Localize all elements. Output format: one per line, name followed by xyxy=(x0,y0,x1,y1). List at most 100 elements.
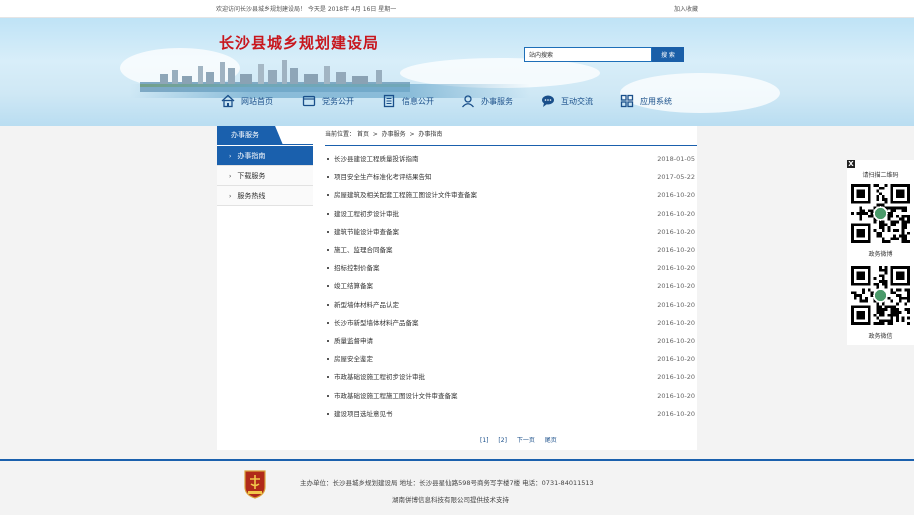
next-page-link[interactable]: 下一页 xyxy=(517,437,535,444)
list-item-date: 2016-10-20 xyxy=(657,246,695,254)
list-item[interactable]: 长沙县建设工程质量投诉指南 2018-01-05 xyxy=(325,150,697,168)
weibo-caption: 政务微博 xyxy=(868,251,893,258)
list-item-date: 2016-10-20 xyxy=(657,373,695,382)
list-item-title[interactable]: 质量监督申请 xyxy=(334,332,373,350)
list-item[interactable]: 市政基础设施工程初步设计审批 2016-10-20 xyxy=(325,368,697,386)
bullet-icon xyxy=(327,249,329,251)
wechat-caption: 政务微信 xyxy=(868,333,893,340)
list-item-date: 2016-10-20 xyxy=(657,264,695,273)
welcome-text: 欢迎访问长沙县城乡规划建设局！ 今天是 2018年 4月 16日 星期一 xyxy=(216,6,397,13)
chevron-right-icon: › xyxy=(229,193,232,200)
list-item-title[interactable]: 建设项目选址意见书 xyxy=(334,405,393,423)
nav-item-party[interactable]: 党务公开 xyxy=(302,88,354,114)
list-item-title[interactable]: 房屋安全鉴定 xyxy=(334,350,373,368)
chevron-right-icon: › xyxy=(229,153,232,160)
list-item[interactable]: 招标控制价备案 2016-10-20 xyxy=(325,259,697,277)
emblem-logo xyxy=(244,470,266,499)
bullet-icon xyxy=(327,285,329,288)
document-icon xyxy=(383,94,395,108)
main-nav: 网站首页 党务公开 信息公开 办事服务 互动交流 应用系统 xyxy=(216,88,700,114)
search-button[interactable]: 搜 索 xyxy=(652,47,684,62)
user-icon xyxy=(462,95,474,108)
last-page-link[interactable]: 尾页 xyxy=(545,437,557,444)
list-item[interactable]: 建设项目选址意见书 2016-10-20 xyxy=(325,405,697,423)
nav-item-info[interactable]: 信息公开 xyxy=(382,88,434,114)
list-item-date: 2016-10-20 xyxy=(657,355,695,364)
bullet-icon xyxy=(327,303,329,306)
list-item-title[interactable]: 长沙县建设工程质量投诉指南 xyxy=(334,150,419,168)
list-item[interactable]: 房屋安全鉴定 2016-10-20 xyxy=(325,350,697,368)
list-item-title[interactable]: 招标控制价备案 xyxy=(334,259,380,277)
qr-float-panel: X 请扫描二维码 政务微博 政务微信 xyxy=(847,160,914,345)
list-item-date: 2016-10-20 xyxy=(657,227,695,236)
search-input[interactable] xyxy=(524,47,652,62)
add-favorite-link[interactable]: 加入收藏 xyxy=(674,4,698,13)
nav-label: 党务公开 xyxy=(322,96,354,106)
breadcrumb-current[interactable]: 办事指南 xyxy=(418,131,442,138)
list-item[interactable]: 施工、监理合同备案 2016-10-20 xyxy=(325,241,697,259)
sidebar-item-guide[interactable]: › 办事指南 xyxy=(217,146,313,166)
sidebar-item-hotline[interactable]: › 服务热线 xyxy=(217,186,313,206)
nav-item-service[interactable]: 办事服务 xyxy=(461,88,513,114)
nav-label: 办事服务 xyxy=(481,96,513,106)
list-item-title[interactable]: 建筑节能设计审查备案 xyxy=(334,223,399,241)
list-item[interactable]: 项目安全生产标准化考评结果告知 2017-05-22 xyxy=(325,168,697,186)
sidebar-item-download[interactable]: › 下载服务 xyxy=(217,166,313,186)
bullet-icon xyxy=(327,376,329,379)
list-item-title[interactable]: 建设工程初步设计审批 xyxy=(334,205,399,223)
list-item-date: 2016-10-20 xyxy=(657,318,695,327)
list-item-title[interactable]: 施工、监理合同备案 xyxy=(334,241,393,259)
list-item-date: 2016-10-20 xyxy=(657,191,695,200)
site-title: 长沙县城乡规划建设局 xyxy=(219,34,380,52)
bullet-icon xyxy=(327,394,329,397)
list-item-title[interactable]: 竣工结算备案 xyxy=(334,277,373,295)
bullet-icon xyxy=(327,321,329,324)
sidebar-header: 办事服务 xyxy=(217,126,313,145)
list-item-title[interactable]: 新型墙体材料产品认定 xyxy=(334,296,399,314)
wechat-qr-code xyxy=(851,266,910,325)
chevron-right-icon: › xyxy=(229,173,232,180)
breadcrumb-prefix: 当前位置： xyxy=(325,131,356,138)
list-item-title[interactable]: 市政基础设施工程初步设计审批 xyxy=(334,368,425,386)
list-item[interactable]: 竣工结算备案 2016-10-20 xyxy=(325,277,697,295)
bullet-icon xyxy=(327,358,329,361)
list-item[interactable]: 市政基础设施工程施工图设计文件审查备案 2016-10-20 xyxy=(325,387,697,405)
footer-info: 主办单位：长沙县城乡规划建设局 地址：长沙县星仙路598号商务写字楼7楼 电话：… xyxy=(300,479,594,487)
close-button[interactable]: X xyxy=(847,160,855,168)
sidebar-item-label: 服务热线 xyxy=(237,192,266,200)
nav-item-apps[interactable]: 应用系统 xyxy=(620,88,672,114)
nav-label: 应用系统 xyxy=(640,96,672,106)
nav-item-interact[interactable]: 互动交流 xyxy=(541,88,593,114)
home-icon xyxy=(221,94,235,108)
bullet-icon xyxy=(327,340,329,342)
weibo-qr-code xyxy=(851,184,910,243)
list-item-title[interactable]: 长沙市新型墙体材料产品备案 xyxy=(334,314,419,332)
footer: 主办单位：长沙县城乡规划建设局 地址：长沙县星仙路598号商务写字楼7楼 电话：… xyxy=(0,459,914,515)
list-item-title[interactable]: 房屋建筑及相关配套工程施工图设计文件审查备案 xyxy=(334,186,477,204)
top-bar: 欢迎访问长沙县城乡规划建设局！ 今天是 2018年 4月 16日 星期一 加入收… xyxy=(0,0,914,18)
qr-header: 请扫描二维码 xyxy=(862,172,899,179)
nav-item-home[interactable]: 网站首页 xyxy=(221,88,273,114)
folder-icon xyxy=(302,95,316,107)
bullet-icon xyxy=(327,230,329,233)
page-2-link[interactable]: [2] xyxy=(498,437,507,444)
list-item-title[interactable]: 市政基础设施工程施工图设计文件审查备案 xyxy=(334,387,458,405)
bullet-icon xyxy=(327,176,329,179)
breadcrumb-home[interactable]: 首页 xyxy=(357,131,369,138)
list-item[interactable]: 质量监督申请 2016-10-20 xyxy=(325,332,697,350)
list-item[interactable]: 建筑节能设计审查备案 2016-10-20 xyxy=(325,223,697,241)
bullet-icon xyxy=(327,158,329,160)
bullet-icon xyxy=(327,412,329,415)
page-1-link[interactable]: [1] xyxy=(480,437,489,444)
nav-label: 信息公开 xyxy=(402,96,434,106)
chat-icon xyxy=(542,95,554,107)
list-item-date: 2016-10-20 xyxy=(657,391,695,400)
list-item[interactable]: 建设工程初步设计审批 2016-10-20 xyxy=(325,205,697,223)
sidebar-title: 办事服务 xyxy=(217,126,283,145)
list-item[interactable]: 长沙市新型墙体材料产品备案 2016-10-20 xyxy=(325,314,697,332)
list-item[interactable]: 房屋建筑及相关配套工程施工图设计文件审查备案 2016-10-20 xyxy=(325,186,697,204)
list-item[interactable]: 新型墙体材料产品认定 2016-10-20 xyxy=(325,296,697,314)
breadcrumb-service[interactable]: 办事服务 xyxy=(382,131,406,138)
list-item-title[interactable]: 项目安全生产标准化考评结果告知 xyxy=(334,168,432,186)
bullet-icon xyxy=(327,194,329,197)
